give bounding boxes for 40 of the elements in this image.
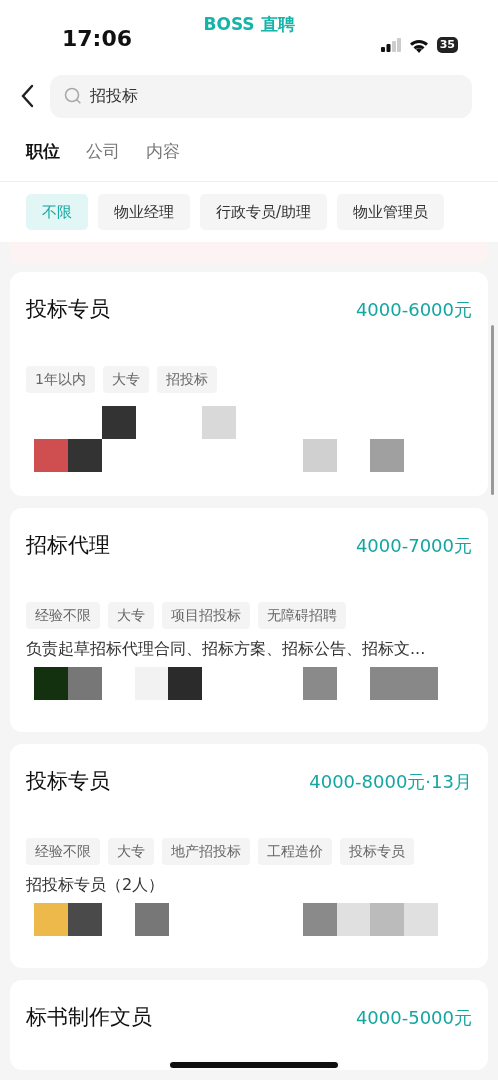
job-tag: 大专 [102, 365, 149, 393]
salary: 4000-8000元·13月 [309, 770, 472, 795]
search-icon [64, 87, 82, 105]
tab[interactable]: 公司 [86, 138, 120, 165]
job-tag: 地产招投标 [162, 837, 250, 865]
job-tag: 经验不限 [26, 837, 100, 865]
job-tag: 投标专员 [340, 837, 414, 865]
wifi-icon [408, 37, 429, 53]
filter-chip[interactable]: 物业经理 [98, 194, 190, 230]
job-title: 投标专员 [26, 768, 110, 795]
filter-chip[interactable]: 行政专员/助理 [200, 194, 328, 230]
job-tag: 项目招投标 [162, 601, 250, 629]
job-tag: 大专 [108, 837, 154, 865]
salary: 4000-5000元 [355, 1006, 472, 1031]
job-title: 标书制作文员 [26, 1004, 152, 1031]
job-tag: 招投标 [156, 365, 217, 393]
salary: 4000-7000元 [355, 534, 472, 559]
job-card[interactable]: 招标代理 4000-7000元 经验不限 大专 项目招投标 无障碍招聘 负责起草招标代理合同、招标方案、招标公告、招标文... [10, 508, 488, 732]
job-card[interactable]: 标书制作文员 4000-5000元 [10, 980, 488, 1070]
job-title: 投标专员 [26, 296, 110, 323]
job-card[interactable]: 投标专员 4000-6000元 1年以内 大专 招投标 [10, 272, 488, 496]
job-tag: 1年以内 [26, 365, 95, 393]
job-description: 负责起草招标代理合同、招标方案、招标公告、招标文... [26, 637, 427, 660]
tab[interactable]: 内容 [146, 138, 180, 165]
job-tag: 工程造价 [258, 837, 332, 865]
app-name: BOSS 直聘 [203, 13, 295, 36]
job-title: 招标代理 [26, 532, 110, 559]
salary: 4000-6000元 [355, 298, 472, 323]
job-description: 招投标专员（2人） [26, 873, 166, 896]
filter-chip[interactable]: 物业管理员 [337, 194, 445, 230]
battery-indicator: 35 [436, 37, 458, 53]
tab[interactable]: 职位 [26, 138, 60, 165]
back-icon[interactable] [20, 84, 34, 108]
signal-icon [380, 38, 401, 52]
job-tag: 经验不限 [26, 601, 100, 629]
job-tag: 大专 [108, 601, 154, 629]
clock: 17:06 [62, 25, 133, 53]
search-field[interactable]: 招投标 [50, 74, 472, 118]
job-tag: 无障碍招聘 [258, 601, 346, 629]
job-card[interactable]: 投标专员 4000-8000元·13月 经验不限 大专 地产招投标 工程造价 投标专员 招投标专员（2人） [10, 744, 488, 968]
